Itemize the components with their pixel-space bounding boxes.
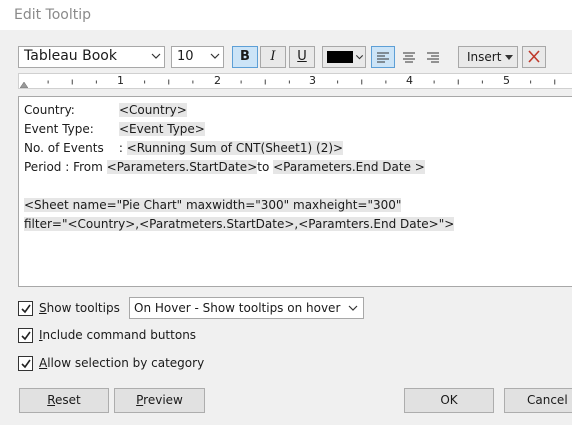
field-token: <Running Sum of CNT(Sheet1) (2)>	[126, 141, 344, 155]
close-icon	[528, 50, 540, 63]
include-command-buttons-label: Include command buttons	[39, 328, 197, 342]
clear-button[interactable]	[522, 46, 546, 68]
align-center-button[interactable]	[397, 46, 421, 68]
checkmark-icon	[21, 331, 31, 341]
reset-button[interactable]: Reset	[19, 388, 109, 413]
line-label: Event Type:	[24, 122, 94, 136]
cancel-button[interactable]: Cancel	[504, 388, 572, 413]
text-color-button[interactable]	[322, 46, 366, 68]
editor-line: Country: <Country>	[24, 103, 187, 117]
preview-button[interactable]: Preview	[114, 388, 205, 413]
sheet-tag-text: filter="<Country>,<Paratmeters.StartDate…	[24, 217, 455, 231]
line-label: No. of Events	[24, 141, 104, 155]
editor-line: Period : From <Parameters.StartDate>to <…	[24, 160, 425, 174]
chevron-down-icon	[210, 53, 220, 59]
editor-line: <Sheet name="Pie Chart" maxwidth="300" m…	[24, 198, 402, 212]
ruler: 1 2 3 4 5	[18, 73, 572, 89]
chevron-down-icon	[348, 305, 358, 311]
checkmark-icon	[21, 359, 31, 369]
bold-button[interactable]: B	[232, 46, 258, 68]
tooltip-editor[interactable]: Country: <Country> Event Type: <Event Type…	[18, 96, 572, 287]
ruler-mark: 2	[214, 74, 221, 87]
field-token: <Parameters.End Date >	[273, 160, 425, 174]
font-size-value: 10	[177, 49, 194, 64]
ruler-mark: 1	[117, 74, 124, 87]
ruler-mark: 5	[503, 74, 510, 87]
sheet-tag-text: <Sheet name="Pie Chart" maxwidth="300" m…	[24, 198, 402, 212]
show-tooltips-checkbox[interactable]	[18, 301, 33, 316]
editor-line: Event Type: <Event Type>	[24, 122, 205, 136]
ruler-ticks	[47, 79, 556, 85]
field-token: <Parameters.StartDate>	[106, 160, 258, 174]
ruler-mark: 4	[406, 74, 413, 87]
show-tooltips-label: Show tooltips	[39, 301, 120, 315]
field-token: <Event Type>	[119, 122, 205, 136]
allow-selection-checkbox[interactable]	[18, 356, 33, 371]
italic-button[interactable]: I	[260, 46, 286, 68]
align-left-icon	[377, 52, 389, 63]
font-size-dropdown[interactable]: 10	[171, 46, 224, 68]
chevron-down-icon	[151, 53, 161, 59]
align-right-icon	[427, 52, 439, 63]
chevron-down-icon	[355, 55, 364, 60]
chevron-down-icon	[505, 55, 513, 60]
color-swatch	[327, 51, 353, 63]
title-bar: Edit Tooltip	[0, 0, 572, 30]
line-label: Country:	[24, 103, 75, 117]
font-family-value: Tableau Book	[24, 48, 117, 64]
ok-button[interactable]: OK	[404, 388, 494, 413]
line-label: Period : From	[24, 160, 107, 174]
separator: :	[115, 141, 127, 155]
insert-button[interactable]: Insert	[458, 46, 518, 68]
tooltip-mode-value: On Hover - Show tooltips on hover	[134, 301, 341, 315]
insert-label: Insert	[467, 50, 502, 64]
line-text: to	[257, 160, 274, 174]
allow-selection-label: Allow selection by category	[39, 356, 205, 370]
window-title: Edit Tooltip	[14, 7, 92, 23]
align-center-icon	[403, 52, 415, 63]
ruler-mark: 3	[309, 74, 316, 87]
field-token: <Country>	[119, 103, 187, 117]
include-command-buttons-checkbox[interactable]	[18, 328, 33, 343]
align-right-button[interactable]	[421, 46, 445, 68]
checkmark-icon	[21, 304, 31, 314]
underline-button[interactable]: U	[289, 46, 315, 68]
align-left-button[interactable]	[371, 46, 395, 68]
font-family-dropdown[interactable]: Tableau Book	[18, 46, 165, 68]
tooltip-mode-dropdown[interactable]: On Hover - Show tooltips on hover	[129, 297, 364, 319]
editor-line: No. of Events : <Running Sum of CNT(Shee…	[24, 141, 344, 155]
editor-line: filter="<Country>,<Paratmeters.StartDate…	[24, 217, 455, 231]
